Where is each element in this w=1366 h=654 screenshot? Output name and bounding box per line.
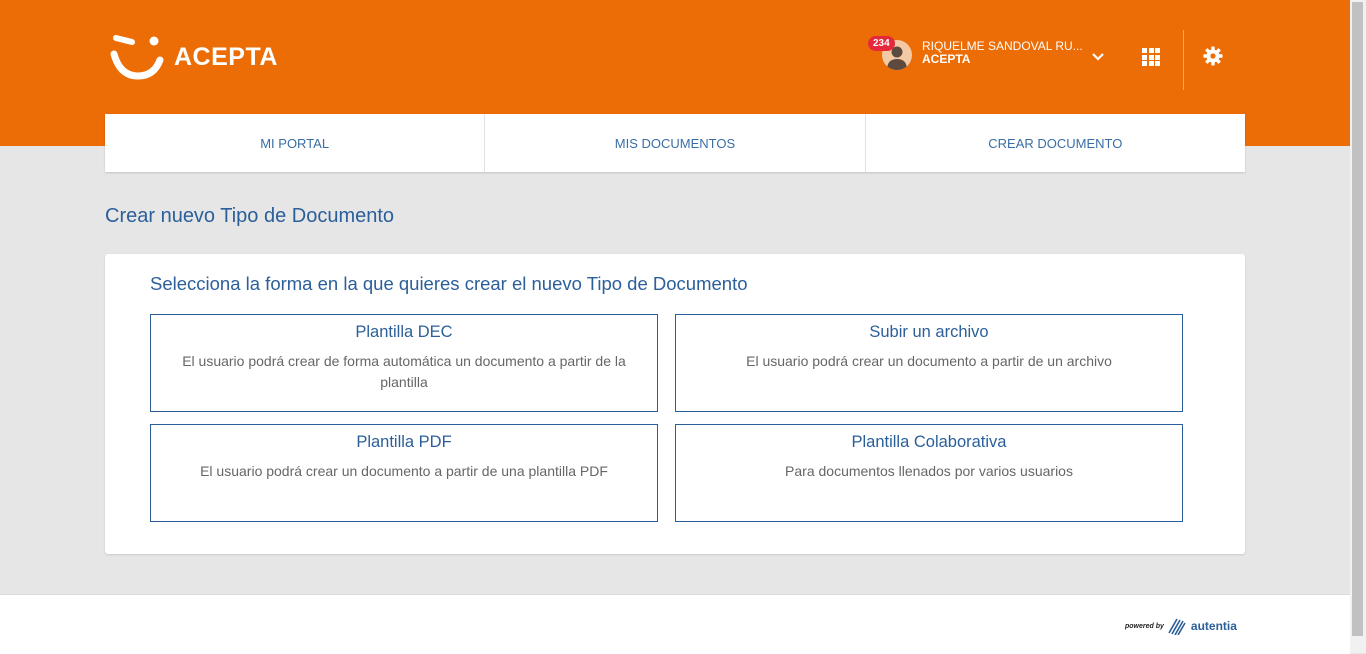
logo-text: ACEPTA [174,42,278,71]
options-card: Selecciona la forma en la que quieres cr… [105,254,1245,554]
powered-by-text: powered by [1125,622,1164,630]
nav-item-mis-documentos[interactable]: MIS DOCUMENTOS [485,114,866,172]
option-description: El usuario podrá crear un documento a pa… [746,353,1112,369]
apps-grid-icon[interactable] [1142,48,1160,66]
chevron-down-icon[interactable] [1091,50,1105,64]
notification-badge[interactable]: 234 [868,36,895,51]
option-title: Plantilla Colaborativa [851,433,1007,451]
header-divider [1183,30,1184,90]
option-description: El usuario podrá crear un documento a pa… [200,463,608,479]
option-title: Plantilla DEC [355,323,453,341]
scrollbar-thumb[interactable] [1352,2,1363,636]
user-info: RIQUELME SANDOVAL RU... ACEPTA [922,40,1083,66]
page-title: Crear nuevo Tipo de Documento [105,205,395,227]
option-title: Subir un archivo [869,323,989,341]
option-title: Plantilla PDF [356,433,452,451]
nav-item-crear-documento[interactable]: CREAR DOCUMENTO [866,114,1245,172]
user-org: ACEPTA [922,52,971,66]
card-title: Selecciona la forma en la que quieres cr… [150,273,748,294]
gear-icon[interactable] [1203,46,1223,66]
smile-logo-icon [110,35,164,80]
option-plantilla-pdf[interactable]: Plantilla PDF El usuario podrá crear un … [150,424,658,522]
user-menu[interactable]: RIQUELME SANDOVAL RU... ACEPTA [868,36,1083,70]
option-subir-archivo[interactable]: Subir un archivo El usuario podrá crear … [675,314,1183,412]
autentia-logo[interactable]: powered by autentia [1125,617,1237,635]
option-plantilla-colaborativa[interactable]: Plantilla Colaborativa Para documentos l… [675,424,1183,522]
option-description: Para documentos llenados por varios usua… [785,463,1073,479]
autentia-mark-icon [1168,618,1186,635]
acepta-logo[interactable]: ACEPTA [110,34,278,80]
nav-item-mi-portal[interactable]: MI PORTAL [105,114,486,172]
footer: powered by autentia [0,594,1350,654]
main-nav: MI PORTAL MIS DOCUMENTOS CREAR DOCUMENTO [105,114,1245,172]
option-plantilla-dec[interactable]: Plantilla DEC El usuario podrá crear de … [150,314,658,412]
autentia-text: autentia [1190,619,1237,633]
option-description: El usuario podrá crear de forma automáti… [182,353,626,390]
